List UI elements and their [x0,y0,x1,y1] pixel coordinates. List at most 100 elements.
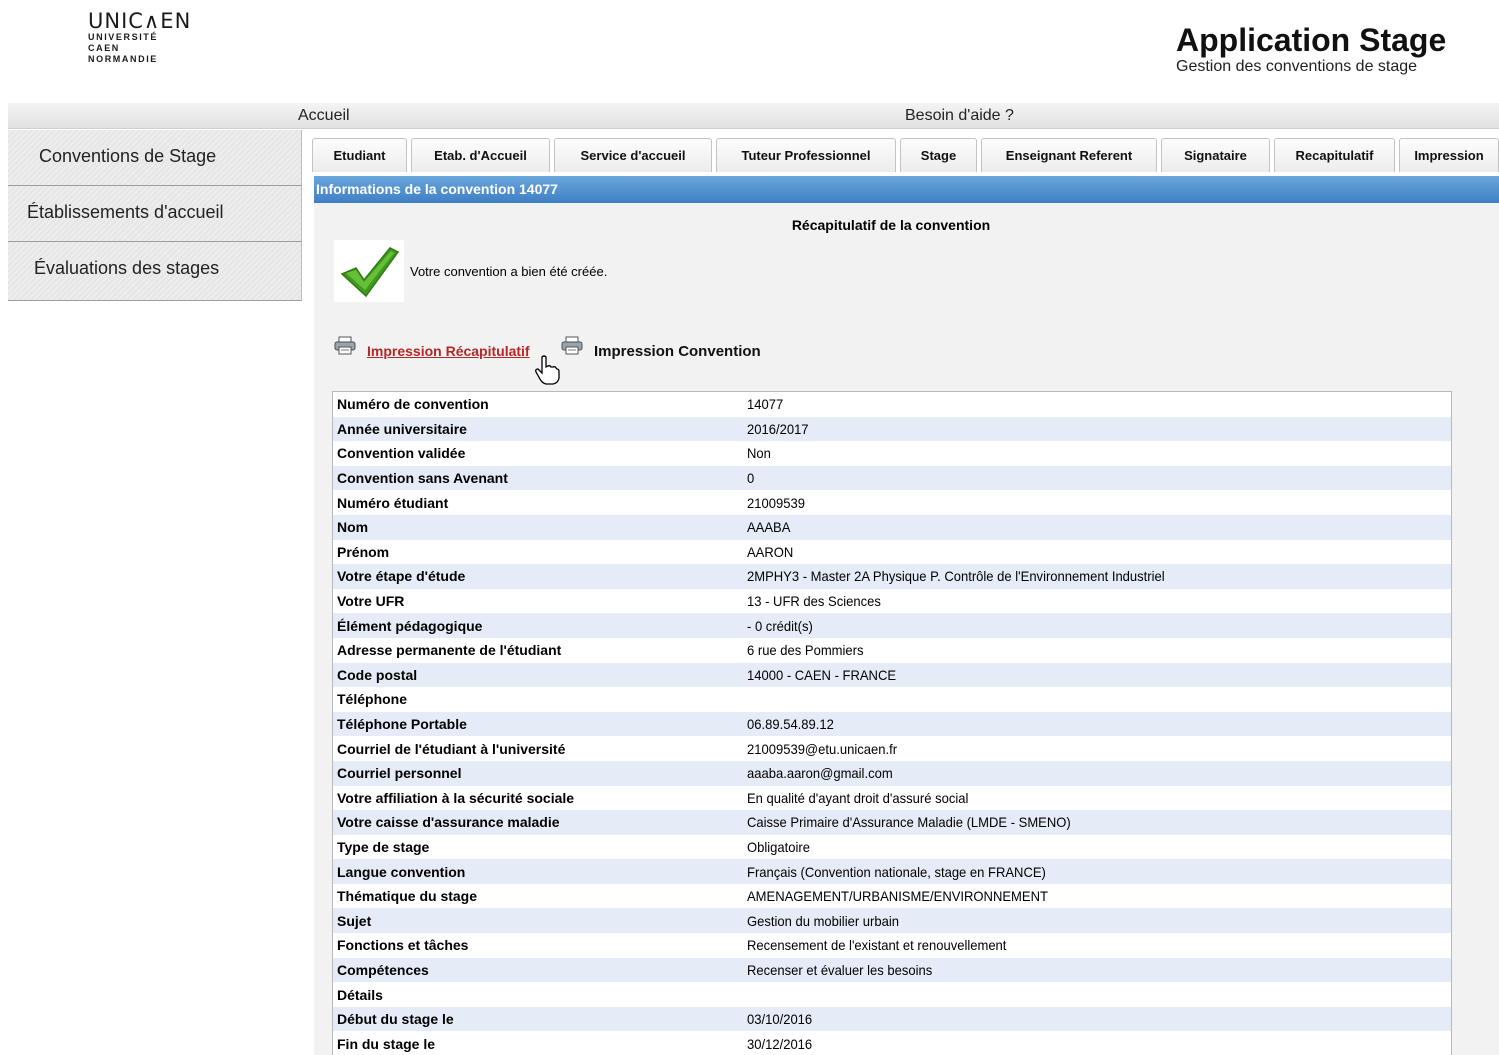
tab-service-accueil[interactable]: Service d'accueil [554,138,712,172]
row-value: 06.89.54.89.12 [747,716,834,733]
row-value: Français (Convention nationale, stage en… [747,863,1046,880]
table-row: Votre UFR 13 - UFR des Sciences [333,589,1451,614]
tab-recapitulatif[interactable]: Recapitulatif [1274,138,1395,172]
table-row: Convention validée Non [333,441,1451,466]
success-message: Votre convention a bien été créée. [410,264,608,279]
table-row: Élément pédagogique - 0 crédit(s) [333,613,1451,638]
printer-icon [334,336,356,355]
logo-mark: UNIC∧EN [88,9,192,33]
row-label: Votre caisse d'assurance maladie [337,814,560,831]
row-label: Élément pédagogique [337,617,483,634]
sidebar-item-conventions[interactable]: Conventions de Stage [8,130,302,186]
table-row: Téléphone [333,687,1451,712]
table-row: Fin du stage le 30/12/2016 [333,1031,1451,1055]
row-label: Sujet [337,912,372,929]
tab-signataire[interactable]: Signataire [1161,138,1270,172]
row-label: Convention sans Avenant [337,470,508,487]
table-row: Numéro de convention 14077 [333,392,1451,417]
logo-line-2: CAEN [88,43,120,53]
table-row: Votre étape d'étude 2MPHY3 - Master 2A Ph… [333,564,1451,589]
row-value: 14000 - CAEN - FRANCE [747,666,897,683]
table-row: Nom AAABA [333,514,1451,540]
app-title: Application Stage [1176,22,1447,58]
row-value: AARON [747,543,794,560]
table-row: Compétences Recenser et évaluer les besoi… [333,957,1451,983]
sidebar-item-label: Évaluations des stages [34,258,220,278]
table-row: Numéro étudiant 21009539 [333,490,1451,515]
row-label: Numéro étudiant [337,494,449,511]
row-label: Courriel de l'étudiant à l'université [337,740,566,757]
table-row: Fonctions et tâches Recensement de l'exis… [333,933,1451,958]
row-value: AMENAGEMENT/URBANISME/ENVIRONNEMENT [747,888,1048,905]
print-recap-link[interactable]: Impression Récapitulatif [367,343,530,359]
table-row: Téléphone Portable 06.89.54.89.12 [333,711,1451,737]
app-subtitle: Gestion des conventions de stage [1176,58,1418,75]
sidebar-item-label: Conventions de Stage [39,146,217,166]
row-label: Votre affiliation à la sécurité sociale [337,789,575,806]
tab-tuteur[interactable]: Tuteur Professionnel [716,138,896,172]
tab-enseignant[interactable]: Enseignant Referent [981,138,1157,172]
table-row: Courriel de l'étudiant à l'université 210… [333,736,1451,761]
row-value: 14077 [747,396,784,413]
app-title-block: Application Stage Gestion des convention… [1176,22,1456,76]
row-value: - 0 crédit(s) [747,617,813,634]
tab-stage[interactable]: Stage [900,138,977,172]
row-value: 2016/2017 [747,420,809,437]
print-convention-link[interactable]: Impression Convention [594,343,761,360]
tab-etab-accueil[interactable]: Etab. d'Accueil [411,138,550,172]
row-label: Numéro de convention [337,396,489,413]
row-value: Non [747,445,771,462]
row-label: Type de stage [337,838,430,855]
convention-info-table: Numéro de convention 14077 Année universi… [332,391,1452,1055]
nav-home-link[interactable]: Accueil [298,107,350,125]
row-label: Langue convention [337,863,466,880]
row-value: AAABA [747,519,791,536]
table-row: Convention sans Avenant 0 [333,465,1451,491]
logo-line-3: NORMANDIE [88,54,158,64]
tab-etudiant[interactable]: Etudiant [312,138,407,172]
sidebar-item-label: Établissements d'accueil [27,202,224,222]
table-row: Langue convention Français (Convention na… [333,859,1451,884]
row-value: Recensement de l'existant et renouvellem… [747,937,1007,954]
row-label: Fin du stage le [337,1035,436,1052]
row-value: 30/12/2016 [747,1035,813,1052]
row-value: 0 [747,470,755,487]
section-header: Informations de la convention 14077 [314,176,1499,203]
table-row: Prénom AARON [333,540,1451,565]
table-row: Détails [333,982,1451,1007]
sidebar-item-evaluations[interactable]: Évaluations des stages [8,242,302,301]
row-label: Fonctions et tâches [337,937,469,954]
table-row: Année universitaire 2016/2017 [333,416,1451,442]
row-label: Prénom [337,543,390,560]
table-row: Type de stage Obligatoire [333,835,1451,860]
tab-impression[interactable]: Impression [1399,138,1499,172]
table-row: Adresse permanente de l'étudiant 6 rue de… [333,638,1451,663]
tab-bar: Etudiant Etab. d'Accueil Service d'accue… [312,138,1499,172]
row-value: Gestion du mobilier urbain [747,912,899,929]
row-value: 6 rue des Pommiers [747,642,864,659]
row-label: Votre UFR [337,593,405,610]
row-label: Téléphone Portable [337,716,467,733]
row-value: Caisse Primaire d'Assurance Maladie (LMD… [747,814,1071,831]
university-logo: UNIC∧EN UNIVERSITÉ CAEN NORMANDIE [88,10,208,65]
row-label: Thématique du stage [337,888,478,905]
table-row: Thématique du stage AMENAGEMENT/URBANISME… [333,884,1451,909]
hand-pointer-icon [533,355,561,385]
row-value: En qualité d'ayant droit d'assuré social [747,789,969,806]
main-panel: Récapitulatif de la convention Votre con… [314,203,1499,1055]
nav-help-link[interactable]: Besoin d'aide ? [905,107,1014,125]
row-label: Détails [337,986,383,1003]
sidebar: Conventions de Stage Établissements d'ac… [8,130,302,301]
table-row: Code postal 14000 - CAEN - FRANCE [333,662,1451,688]
row-value: 03/10/2016 [747,1011,813,1028]
row-value: Recenser et évaluer les besoins [747,961,933,978]
row-label: Début du stage le [337,1011,454,1028]
recap-title: Récapitulatif de la convention [791,217,991,233]
sidebar-item-etablissements[interactable]: Établissements d'accueil [8,186,302,242]
row-label: Courriel personnel [337,765,462,782]
printer-icon [561,336,583,355]
logo-line-1: UNIVERSITÉ [88,32,159,42]
checkmark-icon [334,240,404,302]
row-label: Code postal [337,666,418,683]
row-label: Téléphone [337,691,408,708]
